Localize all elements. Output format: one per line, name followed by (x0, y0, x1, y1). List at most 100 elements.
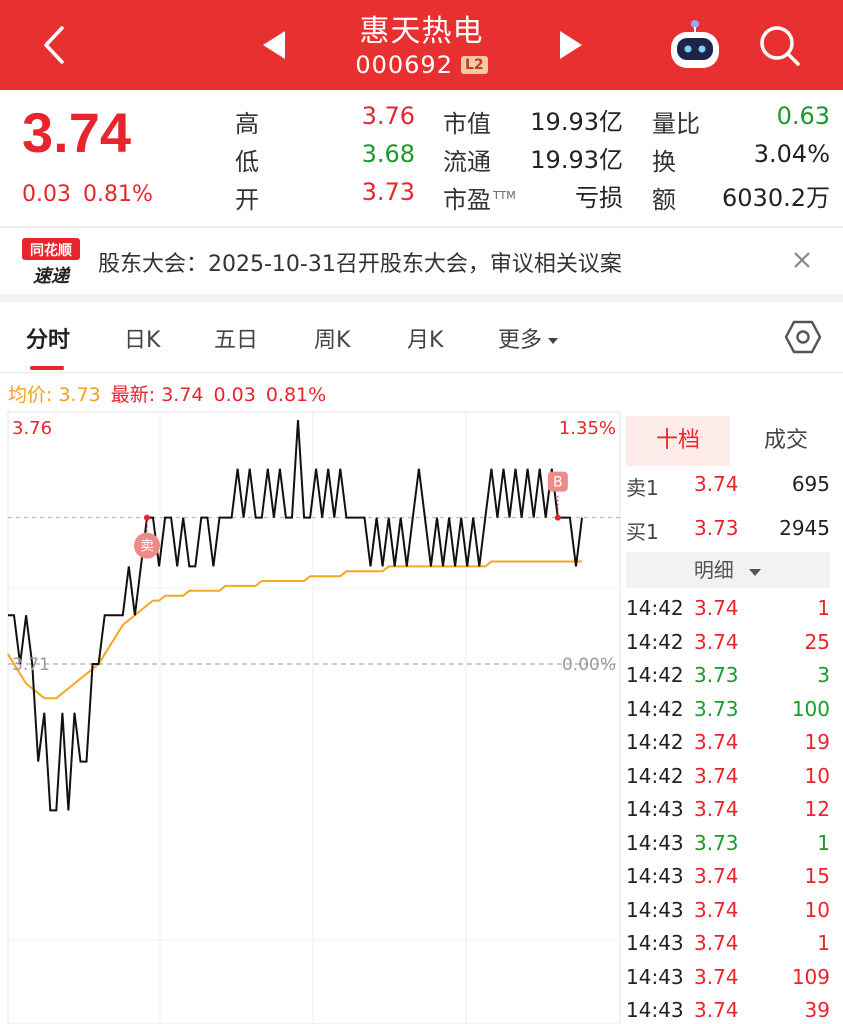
active-tab-underline (30, 366, 64, 370)
vol-ratio-value: 0.63 (776, 102, 830, 130)
tab-intraday[interactable]: 分时 (26, 322, 70, 354)
float-label: 流通 (443, 148, 491, 176)
announcement-text[interactable]: 股东大会：2025-10-31召开股东大会，审议相关议案 (98, 246, 622, 278)
announcement-bar[interactable]: 同花顺 速递 股东大会：2025-10-31召开股东大会，审议相关议案 (0, 228, 843, 294)
y-top-label: 3.76 (12, 418, 52, 439)
intraday-chart[interactable]: 3.76 1.35% 3.71 0.00% 卖 B (0, 410, 622, 1024)
tab-monthly-k[interactable]: 月K (407, 322, 443, 354)
tick-row: 14:43 3.73 1 (626, 829, 838, 862)
tick-volume: 100 (791, 696, 830, 721)
dropdown-caret-icon (749, 568, 762, 576)
sell-marker-dot (143, 514, 150, 521)
search-icon[interactable] (752, 18, 806, 72)
tick-time: 14:43 (626, 897, 684, 922)
buy-marker-dot (554, 514, 561, 521)
tick-price: 3.74 (694, 797, 739, 821)
stock-code: 000692 (355, 51, 453, 79)
tab-more[interactable]: 更多 (498, 322, 560, 354)
average-price-line (7, 560, 582, 700)
orderbook-tabs: 十档 成交 (626, 416, 838, 466)
tick-volume: 3 (817, 663, 830, 687)
tick-price: 3.74 (694, 629, 739, 654)
tab-daily-k[interactable]: 日K (124, 322, 160, 354)
avg-price: 均价: 3.73 (8, 384, 101, 406)
y-base-label: 3.71 (12, 655, 50, 675)
turnover-value: 3.04% (753, 140, 830, 168)
turnover-label: 换 (652, 148, 676, 176)
ask-label: 卖1 (626, 476, 659, 500)
tick-time: 14:43 (626, 931, 684, 955)
tick-volume: 39 (804, 998, 830, 1022)
tick-time: 14:42 (626, 663, 684, 687)
tick-time: 14:43 (626, 864, 684, 888)
tab-five-day[interactable]: 五日 (214, 322, 258, 354)
section-gap (0, 294, 843, 302)
tick-row: 14:43 3.74 12 (626, 795, 838, 828)
ask-row: 卖1 3.74 695 (626, 464, 838, 504)
ask-volume: 695 (791, 472, 830, 496)
high-label: 高 (235, 110, 259, 138)
divider (0, 372, 843, 373)
high-value: 3.76 (361, 102, 415, 130)
bid-price: 3.73 (694, 516, 739, 540)
pe-label-text: 市盈 (443, 186, 491, 214)
close-icon[interactable] (788, 246, 816, 274)
tab-ten-levels[interactable]: 十档 (626, 416, 730, 466)
tick-price: 3.74 (694, 998, 739, 1022)
tick-time: 14:43 (626, 797, 684, 821)
tick-time: 14:42 (626, 763, 684, 788)
tick-time: 14:43 (626, 964, 684, 989)
tick-row: 14:42 3.73 100 (626, 695, 838, 728)
chart-tabs: 分时 日K 五日 周K 月K 更多 (0, 302, 843, 372)
tick-row: 14:43 3.74 10 (626, 896, 838, 929)
top-header: 惠天热电 000692 L2 (0, 0, 843, 90)
settings-hexagon-icon[interactable] (784, 318, 822, 356)
detail-dropdown[interactable]: 明细 (626, 552, 830, 588)
amount-label: 额 (652, 186, 676, 214)
logo-text-top: 同花顺 (30, 242, 72, 259)
latest-change: 0.03 (213, 384, 256, 406)
tick-time: 14:42 (626, 696, 684, 721)
tick-price: 3.73 (694, 663, 739, 687)
low-label: 低 (235, 148, 259, 176)
change-amount: 0.03 (22, 182, 71, 207)
price-change: 0.03 0.81% (22, 182, 165, 207)
next-stock-icon[interactable] (550, 25, 590, 65)
buy-marker[interactable]: B (547, 471, 568, 521)
tick-price: 3.74 (694, 897, 739, 922)
open-label: 开 (235, 186, 259, 214)
tick-volume: 15 (804, 864, 830, 888)
tick-price: 3.73 (694, 830, 739, 855)
float-value: 19.93亿 (530, 146, 623, 174)
tick-time: 14:42 (626, 629, 684, 654)
latest-price: 最新: 3.74 (110, 384, 204, 406)
robot-assistant-icon[interactable] (665, 18, 725, 72)
tick-row: 14:42 3.74 1 (626, 594, 838, 627)
express-logo: 同花顺 速递 (22, 238, 80, 287)
intraday-info: 均价: 3.73 最新: 3.74 0.03 0.81% (8, 380, 336, 407)
tick-volume: 25 (804, 629, 830, 654)
bid-row: 买1 3.73 2945 (626, 508, 838, 548)
tick-row: 14:42 3.73 3 (626, 661, 838, 694)
tick-row: 14:43 3.74 15 (626, 862, 838, 895)
latest-change-pct: 0.81% (265, 384, 327, 406)
tick-volume: 1 (817, 596, 830, 620)
amount-value: 6030.2万 (722, 184, 830, 212)
tick-price: 3.74 (694, 763, 739, 788)
tick-row: 14:42 3.74 10 (626, 762, 838, 795)
bid-label: 买1 (626, 520, 659, 544)
orderbook-panel: 十档 成交 卖1 3.74 695 买1 3.73 2945 明细 14:42 3… (622, 410, 843, 1024)
tab-weekly-k[interactable]: 周K (314, 322, 350, 354)
tab-trades[interactable]: 成交 (734, 416, 838, 466)
chart-frame (7, 411, 621, 1024)
tick-volume: 19 (804, 730, 830, 754)
l2-badge[interactable]: L2 (460, 56, 488, 74)
intraday-chart-svg[interactable]: 3.76 1.35% 3.71 0.00% 卖 B (0, 410, 622, 1024)
detail-label: 明细 (693, 558, 734, 582)
tick-row: 14:42 3.74 19 (626, 728, 838, 761)
tick-volume: 109 (791, 964, 830, 989)
dropdown-caret-icon (548, 338, 559, 344)
mcap-value: 19.93亿 (530, 108, 623, 136)
tick-volume: 10 (804, 897, 830, 922)
pct-base-label: 0.00% (562, 655, 616, 675)
